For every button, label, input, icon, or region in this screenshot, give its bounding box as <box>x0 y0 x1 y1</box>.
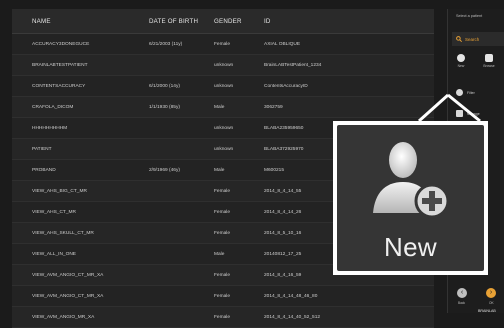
zoom-callout: New <box>333 121 488 275</box>
add-user-icon <box>373 142 450 219</box>
app-window: NAME DATE OF BIRTH GENDER ID ACCURACY3DO… <box>0 0 504 328</box>
new-button-label: New <box>384 232 437 262</box>
zoomed-new-button[interactable]: New <box>337 125 484 271</box>
